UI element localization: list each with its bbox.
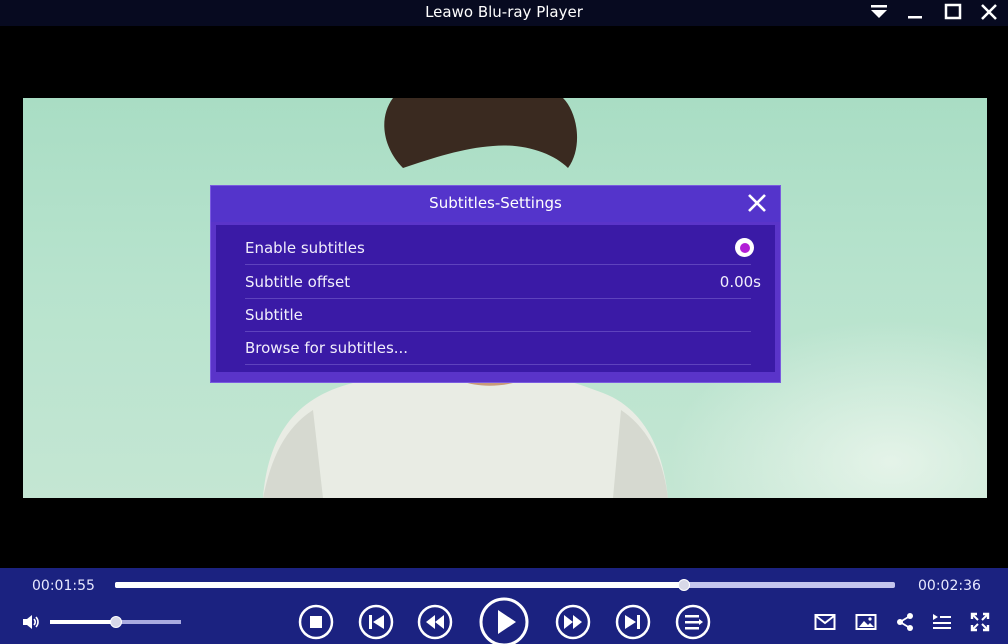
dialog-body: Enable subtitles Subtitle offset 0.00s S… <box>216 225 775 372</box>
volume-slider-fill <box>50 620 116 624</box>
next-button[interactable] <box>615 604 651 640</box>
maximize-button[interactable] <box>938 0 968 24</box>
previous-icon <box>358 604 394 640</box>
snapshot-button[interactable] <box>854 611 878 633</box>
dialog-close-button[interactable] <box>744 190 770 216</box>
elapsed-time: 00:01:55 <box>32 578 95 594</box>
subtitle-offset-value: 0.00s <box>719 273 761 291</box>
volume-slider[interactable] <box>50 616 181 628</box>
fast-forward-icon <box>555 604 591 640</box>
next-icon <box>615 604 651 640</box>
total-time: 00:02:36 <box>918 578 981 594</box>
menu-icon <box>871 5 887 18</box>
stop-icon <box>298 604 334 640</box>
dialog-title: Subtitles-Settings <box>429 194 562 212</box>
browse-subtitles-label: Browse for subtitles... <box>245 339 409 357</box>
snapshot-icon <box>855 614 877 630</box>
subtitles-settings-dialog: Subtitles-Settings Enable subtitles Subt… <box>210 185 781 383</box>
rewind-icon <box>417 604 453 640</box>
browse-subtitles-row[interactable]: Browse for subtitles... <box>216 332 775 365</box>
rewind-button[interactable] <box>417 604 453 640</box>
subtitle-list-icon <box>933 614 951 629</box>
mail-icon <box>814 614 836 630</box>
row-divider <box>245 364 751 365</box>
enable-subtitles-row[interactable]: Enable subtitles <box>216 232 775 265</box>
radio-selected-dot <box>739 242 750 253</box>
dialog-header: Subtitles-Settings <box>211 186 780 222</box>
subtitle-label: Subtitle <box>245 306 303 324</box>
enable-subtitles-label: Enable subtitles <box>245 239 365 257</box>
playlist-icon <box>675 604 711 640</box>
fullscreen-icon <box>970 612 990 632</box>
close-window-button[interactable] <box>974 0 1004 24</box>
play-button[interactable] <box>478 596 530 644</box>
subtitle-offset-label: Subtitle offset <box>245 273 351 291</box>
share-button[interactable] <box>893 611 917 633</box>
playlist-button[interactable] <box>675 604 711 640</box>
subtitle-offset-row[interactable]: Subtitle offset 0.00s <box>216 266 775 299</box>
volume-button[interactable] <box>20 611 42 633</box>
title-bar: Leawo Blu-ray Player <box>0 0 1008 26</box>
minimize-button[interactable] <box>900 0 930 24</box>
close-icon <box>748 194 766 212</box>
seek-bar-handle[interactable] <box>678 579 691 591</box>
share-icon <box>897 613 913 631</box>
control-bar: 00:01:55 00:02:36 <box>0 568 1008 644</box>
volume-icon <box>23 615 39 629</box>
menu-button[interactable] <box>864 0 894 24</box>
minimize-icon <box>908 16 922 19</box>
fast-forward-button[interactable] <box>555 604 591 640</box>
subtitle-list-button[interactable] <box>930 611 954 633</box>
previous-button[interactable] <box>358 604 394 640</box>
stop-button[interactable] <box>298 604 334 640</box>
maximize-icon <box>944 3 962 20</box>
play-icon <box>479 597 529 644</box>
close-icon <box>981 4 997 20</box>
subtitle-row[interactable]: Subtitle <box>216 299 775 332</box>
volume-slider-handle[interactable] <box>109 616 122 628</box>
row-divider <box>245 264 751 265</box>
enable-subtitles-radio[interactable] <box>735 238 754 257</box>
seek-bar-fill <box>115 582 685 588</box>
seek-bar[interactable] <box>115 579 895 591</box>
window-title: Leawo Blu-ray Player <box>425 3 583 21</box>
fullscreen-button[interactable] <box>968 611 992 633</box>
mail-button[interactable] <box>813 611 837 633</box>
